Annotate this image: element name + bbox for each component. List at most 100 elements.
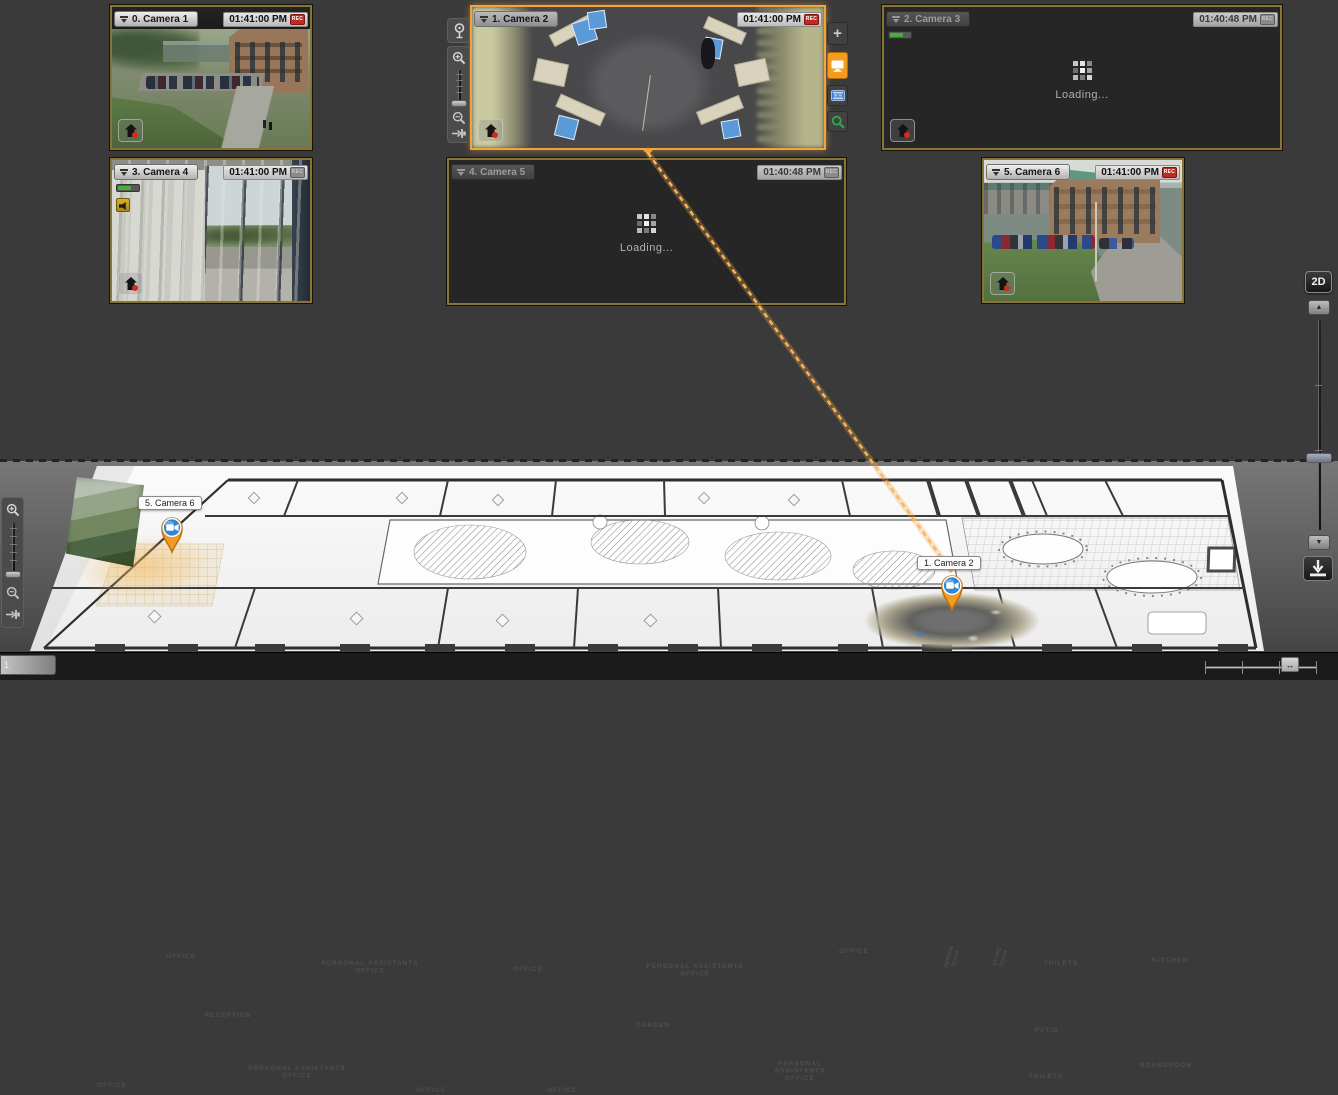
live-view-button[interactable]: [827, 52, 848, 79]
hotspot-button[interactable]: [990, 272, 1015, 295]
camera-tile-4[interactable]: 3. Camera 4 01:41:00 PM REC: [110, 158, 312, 303]
loading-indicator: Loading...: [449, 214, 844, 254]
room-label: KITCHEN: [1152, 957, 1188, 964]
rec-badge: REC: [1260, 14, 1275, 25]
camera-tile-6[interactable]: 5. Camera 6 01:41:00 PM REC: [982, 158, 1184, 303]
camera-title-menu[interactable]: 5. Camera 6: [986, 164, 1070, 180]
zoom-in-icon: [6, 503, 20, 517]
slider-tick: [1242, 661, 1243, 674]
reset-zoom-button[interactable]: [450, 125, 468, 141]
slider-tick: [10, 528, 17, 529]
monitor-icon: [831, 60, 844, 72]
search-button[interactable]: [827, 111, 848, 132]
zoom-in-button[interactable]: [450, 49, 468, 67]
record-dot-icon: [1004, 285, 1010, 291]
zoom-slider-handle[interactable]: [451, 100, 467, 107]
map-zoom-panel: [1, 497, 24, 628]
camera-marker-label[interactable]: 5. Camera 6: [138, 496, 202, 510]
rec-badge: REC: [804, 14, 819, 25]
map-zoom-slider-handle[interactable]: [5, 571, 21, 578]
loading-icon: [1073, 61, 1092, 80]
room-label: PERSONAL ASSISTANTS OFFICE: [321, 961, 418, 976]
camera-tile-header: 1. Camera 2 01:41:00 PM REC: [472, 7, 824, 29]
camera-tile-header: 3. Camera 4 01:41:00 PM REC: [112, 160, 310, 182]
camera-marker-pin[interactable]: [155, 510, 189, 559]
chevron-down-icon: [992, 169, 1000, 176]
split-scroll-up-button[interactable]: ▲: [1308, 300, 1330, 315]
horizontal-arrows-icon: ↔: [1286, 660, 1295, 670]
timestamp-text: 01:40:48 PM: [763, 167, 821, 178]
camera-tile-header: 0. Camera 1 01:41:00 PM REC: [112, 7, 310, 29]
rec-badge: REC: [290, 14, 305, 25]
timestamp-text: 01:41:00 PM: [1101, 167, 1159, 178]
map-tab[interactable]: 1: [0, 655, 56, 675]
map-zoom-out-button[interactable]: [4, 584, 22, 602]
video-art: [183, 86, 310, 148]
room-label: PERSONAL ASSISTANTS OFFICE: [775, 1061, 826, 1083]
loading-icon: [637, 214, 656, 233]
map-link-notch: [641, 148, 655, 155]
room-label: TOILETS: [1044, 960, 1078, 967]
pane-divider[interactable]: [0, 459, 1338, 462]
playback-button[interactable]: [827, 85, 848, 106]
timestamp: 01:40:48 PM REC: [1193, 12, 1278, 27]
collapse-map-button[interactable]: [1303, 556, 1333, 581]
slider-tick: [1205, 661, 1206, 674]
camera-pin-icon: [935, 568, 969, 612]
slider-tick: [10, 536, 17, 537]
timestamp: 01:41:00 PM REC: [223, 12, 308, 27]
hotspot-button[interactable]: [890, 119, 915, 142]
hotspot-button[interactable]: [118, 272, 143, 295]
camera-title-menu[interactable]: 2. Camera 3: [886, 11, 970, 27]
camera-title-menu[interactable]: 1. Camera 2: [474, 11, 558, 27]
video-art: [269, 122, 272, 130]
room-label: OFFICE: [839, 948, 869, 955]
pin-button-panel: [447, 18, 470, 43]
hotspot-button[interactable]: [118, 119, 143, 142]
camera-marker-label[interactable]: 1. Camera 2: [917, 556, 981, 570]
video-art: [1095, 202, 1097, 281]
camera-marker-pin[interactable]: [935, 568, 969, 617]
chevron-down-icon: [120, 169, 128, 176]
camera-tile-3[interactable]: Loading... 2. Camera 3 01:40:48 PM REC: [882, 5, 1282, 150]
camera-title-menu[interactable]: 4. Camera 5: [451, 164, 535, 180]
map-zoom-slider-track[interactable]: [12, 523, 15, 575]
split-slider-handle[interactable]: [1306, 453, 1332, 463]
map-2d-mode-button[interactable]: 2D: [1305, 271, 1332, 293]
room-label: PERSONAL ASSISTANTS OFFICE: [248, 1066, 345, 1081]
map-zoom-in-button[interactable]: [4, 501, 22, 519]
timestamp-text: 01:40:48 PM: [1199, 14, 1257, 25]
camera-tile-1[interactable]: 0. Camera 1 01:41:00 PM REC: [110, 5, 312, 150]
camera-tile-2[interactable]: 1. Camera 2 01:41:00 PM REC: [470, 5, 826, 150]
map-pin-button[interactable]: [449, 20, 469, 41]
slider-tick: [1279, 661, 1280, 674]
timestamp: 01:41:00 PM REC: [1095, 165, 1180, 180]
camera-tile-header: 4. Camera 5 01:40:48 PM REC: [449, 160, 844, 182]
add-view-item-button[interactable]: +: [827, 22, 848, 45]
camera-title-menu[interactable]: 3. Camera 4: [114, 164, 198, 180]
stream-indicator: [888, 31, 912, 39]
split-scroll-down-button[interactable]: ▼: [1308, 535, 1330, 550]
camera-title-menu[interactable]: 0. Camera 1: [114, 11, 198, 27]
hotspot-button[interactable]: [478, 119, 503, 142]
map-scale-slider-handle[interactable]: ↔: [1281, 657, 1299, 672]
rec-badge: REC: [290, 167, 305, 178]
audio-button[interactable]: [116, 198, 130, 212]
map-reset-zoom-button[interactable]: [4, 606, 22, 622]
room-label: RECEPTION: [205, 1012, 252, 1019]
camera-title: 0. Camera 1: [132, 14, 188, 25]
loading-text: Loading...: [1055, 89, 1108, 101]
rec-badge: REC: [824, 167, 839, 178]
camera-tile-5[interactable]: Loading... 4. Camera 5 01:40:48 PM REC: [447, 158, 846, 305]
slider-tick: [456, 86, 463, 87]
room-label: STORE ROOM: [992, 947, 1010, 969]
video-camera-icon: [166, 524, 174, 530]
split-slider-track[interactable]: [1318, 320, 1321, 530]
map-scale-slider-track[interactable]: [1205, 666, 1317, 669]
record-dot-icon: [904, 132, 910, 138]
slider-tick: [10, 560, 17, 561]
slider-tick: [10, 552, 17, 553]
camera-title: 3. Camera 4: [132, 167, 188, 178]
camera-title: 4. Camera 5: [469, 167, 525, 178]
record-dot-icon: [132, 285, 138, 291]
